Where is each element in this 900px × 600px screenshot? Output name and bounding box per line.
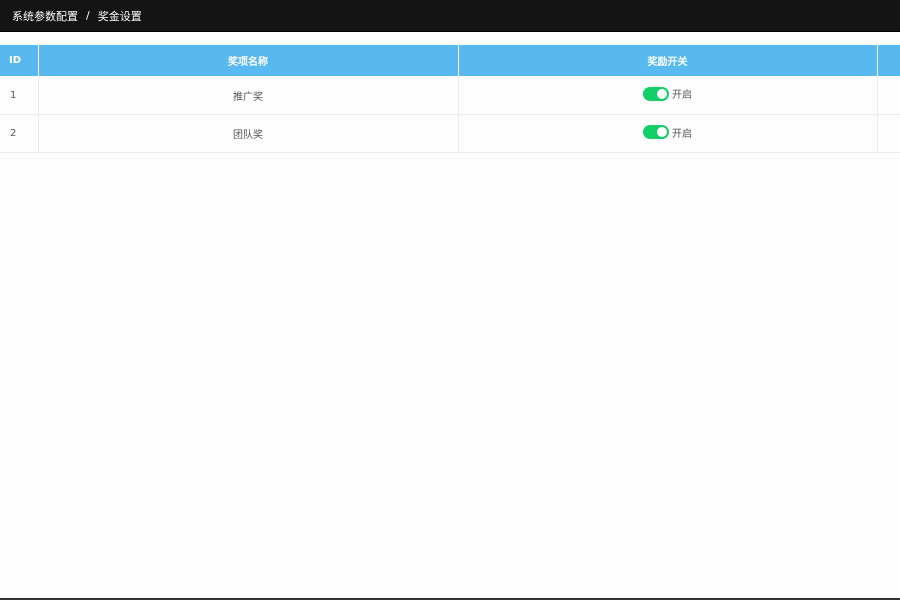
breadcrumb-item-system-config[interactable]: 系统参数配置 <box>12 8 78 24</box>
cell-bonus-name: 团队奖 <box>38 114 459 153</box>
toggle-knob <box>657 88 667 99</box>
bonus-switch-control[interactable]: 开启 <box>643 86 692 101</box>
cell-bonus-switch: 开启 <box>458 114 878 153</box>
cell-extra <box>877 76 900 115</box>
table-row: 2 团队奖 开启 <box>0 114 900 153</box>
toggle-knob <box>657 127 667 138</box>
column-header-extra <box>877 45 900 76</box>
switch-label: 开启 <box>672 128 692 140</box>
breadcrumb: 系统参数配置 / 奖金设置 <box>0 0 900 32</box>
column-header-bonus-name: 奖项名称 <box>38 45 459 76</box>
bonus-table: ID 奖项名称 奖励开关 1 推广奖 开启 2 团队奖 开启 <box>0 45 900 153</box>
toggle-switch-icon[interactable] <box>643 125 669 140</box>
breadcrumb-separator: / <box>86 9 90 22</box>
table-header-row: ID 奖项名称 奖励开关 <box>0 45 900 76</box>
table-row: 1 推广奖 开启 <box>0 76 900 115</box>
bonus-table-container: ID 奖项名称 奖励开关 1 推广奖 开启 2 团队奖 开启 <box>0 45 900 153</box>
toggle-switch-icon[interactable] <box>643 86 669 101</box>
cell-bonus-name: 推广奖 <box>38 76 459 115</box>
cell-extra <box>877 114 900 153</box>
cell-id: 1 <box>0 76 39 115</box>
switch-label: 开启 <box>672 90 692 102</box>
column-header-bonus-switch: 奖励开关 <box>458 45 878 76</box>
bonus-switch-control[interactable]: 开启 <box>643 125 692 140</box>
cell-id: 2 <box>0 114 39 153</box>
cell-bonus-switch: 开启 <box>458 76 878 115</box>
column-header-id: ID <box>0 45 39 76</box>
breadcrumb-item-bonus-settings: 奖金设置 <box>97 9 142 23</box>
